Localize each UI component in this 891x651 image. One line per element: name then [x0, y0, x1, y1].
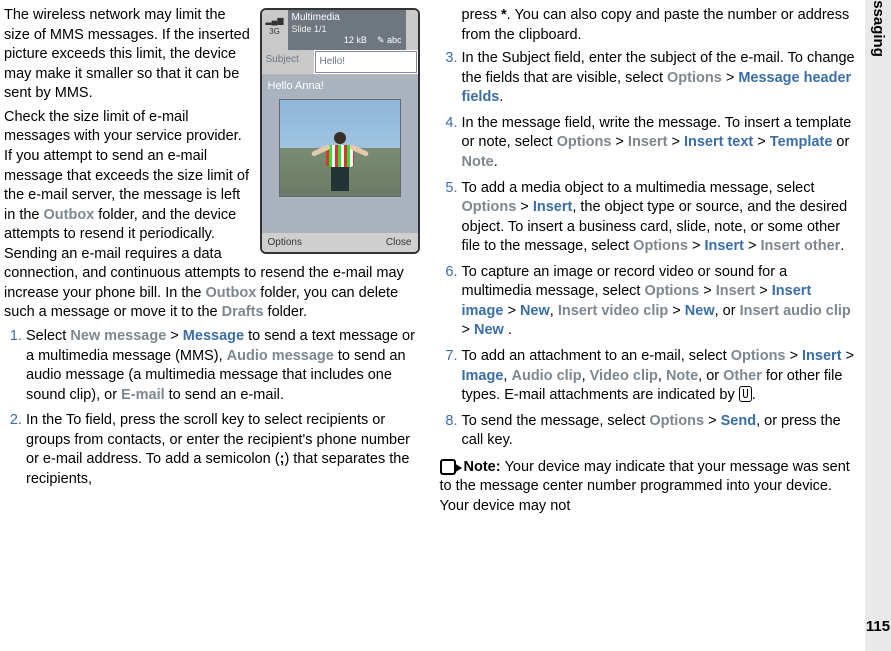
section-label: Messaging — [868, 0, 888, 57]
new-message-label: New message — [70, 328, 166, 344]
mm-size: 12 kB — [344, 35, 367, 45]
step-1: Select New message > Message to send a t… — [26, 327, 422, 405]
new-label: New — [685, 303, 715, 319]
step-3: In the Subject field, enter the subject … — [462, 49, 858, 108]
softkey-right: Close — [386, 236, 412, 250]
audio-message-label: Audio message — [227, 348, 334, 364]
audio-clip-label: Audio clip — [511, 368, 581, 384]
options-label: Options — [667, 70, 722, 86]
step-7: To add an attachment to an e-mail, selec… — [462, 347, 858, 406]
insert-other-label: Insert other — [761, 238, 841, 254]
battery-indicator — [406, 10, 418, 50]
options-label: Options — [462, 199, 517, 215]
page: ▂▄▆3G Multimedia Slide 1/1 12 kB ✎ abc — [0, 0, 891, 651]
person-figure — [323, 132, 357, 192]
new-label: New — [474, 322, 504, 338]
note-label: Note — [666, 368, 698, 384]
note-icon — [440, 457, 462, 475]
insert-label: Insert — [628, 134, 668, 150]
subject-value: Hello! — [315, 51, 417, 73]
network-label: 3G — [269, 27, 280, 36]
phone-body: Hello Anna! — [262, 75, 418, 233]
mm-size-row: 12 kB ✎ abc — [292, 35, 402, 46]
network-indicator: ▂▄▆3G — [262, 10, 288, 50]
inserted-image — [279, 99, 401, 197]
phone-statusbar: ▂▄▆3G Multimedia Slide 1/1 12 kB ✎ abc — [262, 10, 418, 50]
step-6: To capture an image or record video or s… — [462, 263, 858, 341]
drafts-label: Drafts — [222, 304, 264, 320]
options-label: Options — [633, 238, 688, 254]
right-column: press *. You can also copy and paste the… — [440, 6, 858, 645]
subject-label: Subject — [262, 50, 314, 74]
insert-audio-clip-label: Insert audio clip — [740, 303, 851, 319]
options-label: Options — [649, 413, 704, 429]
insert-label: Insert — [533, 199, 573, 215]
step-4: In the message field, write the message.… — [462, 114, 858, 173]
note-heading: Note: — [464, 459, 505, 475]
mm-header: Multimedia Slide 1/1 12 kB ✎ abc — [288, 10, 406, 50]
step-2-cont: press *. You can also copy and paste the… — [462, 6, 858, 45]
note-label: Note — [462, 154, 494, 170]
insert-text-label: Insert text — [684, 134, 753, 150]
body-text: Hello Anna! — [268, 80, 324, 92]
mm-slide: Slide 1/1 — [292, 24, 402, 35]
insert-label: Insert — [716, 283, 756, 299]
page-number: 115 — [865, 617, 891, 637]
insert-label: Insert — [802, 348, 842, 364]
attachment-icon — [739, 386, 752, 402]
left-column: ▂▄▆3G Multimedia Slide 1/1 12 kB ✎ abc — [4, 6, 422, 645]
phone-frame: ▂▄▆3G Multimedia Slide 1/1 12 kB ✎ abc — [260, 8, 420, 254]
mm-title: Multimedia — [292, 12, 402, 24]
options-label: Options — [557, 134, 612, 150]
video-clip-label: Video clip — [590, 368, 658, 384]
options-label: Options — [731, 348, 786, 364]
phone-screenshot: ▂▄▆3G Multimedia Slide 1/1 12 kB ✎ abc — [260, 8, 420, 254]
message-label: Message — [183, 328, 244, 344]
note-paragraph: Note: Your device may indicate that your… — [440, 457, 858, 517]
step-8: To send the message, select Options > Se… — [462, 412, 858, 451]
insert-label: Insert — [704, 238, 744, 254]
other-label: Other — [723, 368, 762, 384]
outbox-label: Outbox — [206, 285, 257, 301]
new-label: New — [520, 303, 550, 319]
step-2-start: In the To field, press the scroll key to… — [26, 411, 422, 489]
outbox-label: Outbox — [44, 207, 95, 223]
input-mode: ✎ abc — [377, 35, 402, 45]
steps-list-left: Select New message > Message to send a t… — [4, 327, 422, 490]
insert-video-clip-label: Insert video clip — [558, 303, 668, 319]
step-5: To add a media object to a multimedia me… — [462, 179, 858, 257]
options-label: Options — [644, 283, 699, 299]
content-columns: ▂▄▆3G Multimedia Slide 1/1 12 kB ✎ abc — [0, 0, 865, 651]
softkey-bar: Options Close — [262, 233, 418, 253]
side-tab: Messaging 115 — [865, 0, 891, 651]
template-label: Template — [770, 134, 833, 150]
send-label: Send — [721, 413, 756, 429]
softkey-left: Options — [268, 236, 302, 250]
image-label: Image — [462, 368, 504, 384]
steps-list-right: In the Subject field, enter the subject … — [440, 49, 858, 451]
subject-row: Subject Hello! — [262, 50, 418, 75]
email-label: E-mail — [121, 387, 165, 403]
